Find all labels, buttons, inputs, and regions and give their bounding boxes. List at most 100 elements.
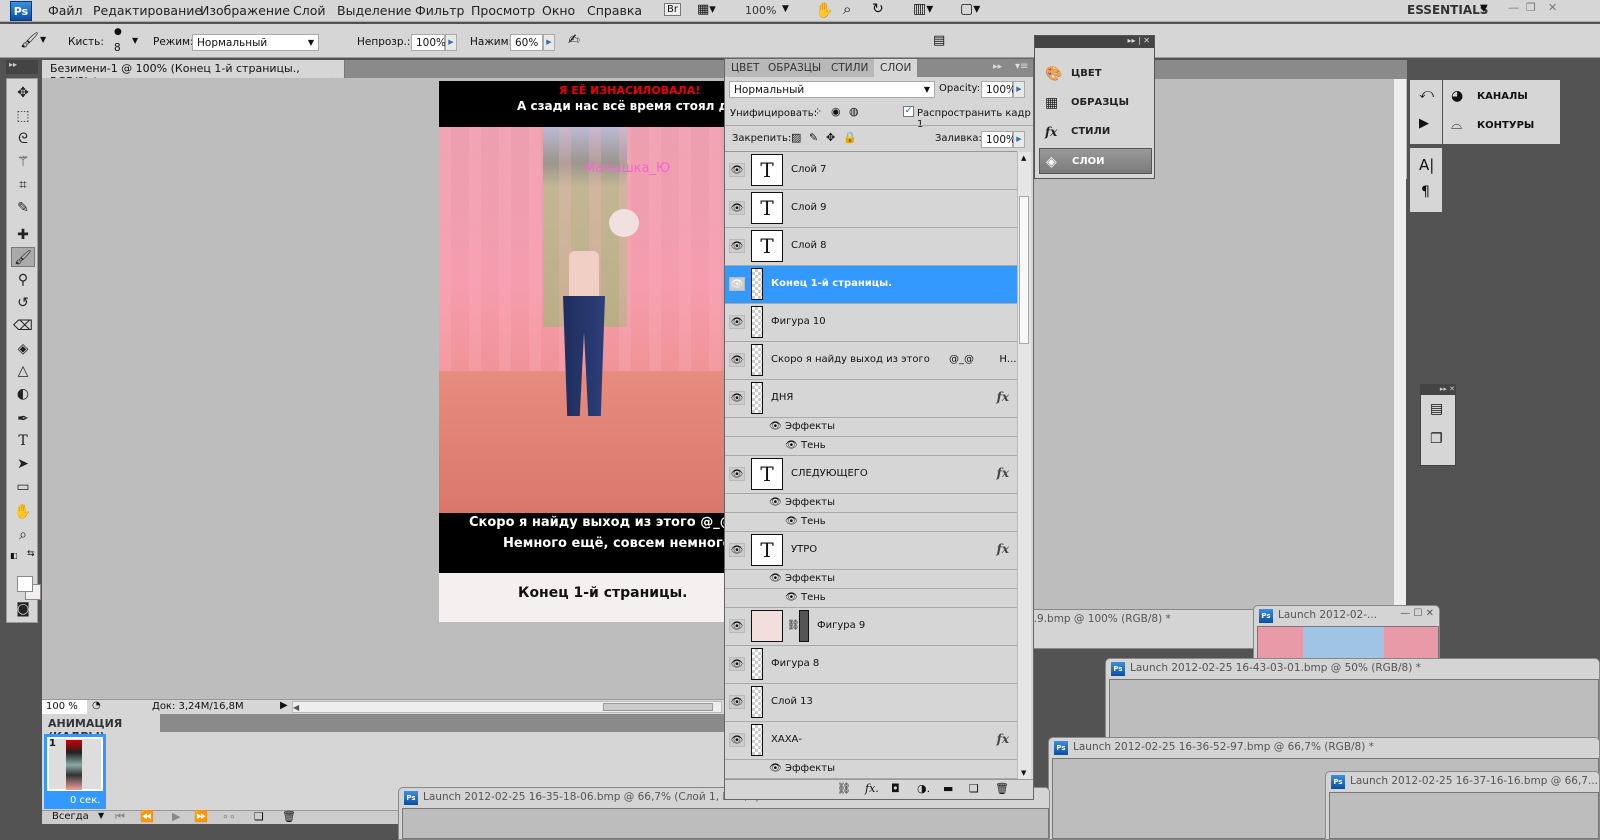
tab-styles[interactable]: СТИЛИ bbox=[825, 59, 876, 77]
play-icon[interactable]: ▶ bbox=[172, 810, 180, 823]
lasso-tool-icon[interactable]: ᘓ bbox=[11, 129, 35, 149]
fill-input[interactable]: 100% bbox=[981, 131, 1016, 148]
document-window[interactable]: Ps Launch 2012-02-25 16-43-03-01.bmp @ 50… bbox=[1105, 658, 1600, 748]
panel-toggle-icon[interactable]: ▤ bbox=[933, 33, 945, 48]
document-window[interactable]: ...9.bmp @ 100% (RGB/8) * bbox=[1000, 609, 1260, 649]
tool-preset-dropdown[interactable]: ▼ bbox=[40, 35, 46, 44]
panel-group-header[interactable]: ▸▸ | ✕ bbox=[1035, 36, 1154, 48]
link-layers-icon[interactable]: ⛓ bbox=[837, 782, 851, 795]
opacity-slider-button[interactable]: ▶ bbox=[445, 34, 457, 51]
visibility-eye-icon[interactable]: 👁 bbox=[729, 277, 745, 291]
visibility-eye-icon[interactable]: 👁 bbox=[729, 353, 745, 367]
chevron-down-icon[interactable]: ▼ bbox=[782, 4, 789, 14]
chevron-down-icon[interactable]: ▼ bbox=[98, 811, 104, 820]
history-icon[interactable]: ⤺ bbox=[1419, 86, 1434, 102]
next-frame-icon[interactable]: ⏩ bbox=[194, 810, 208, 823]
layer-row[interactable]: 👁 T УТРО fx bbox=[725, 532, 1017, 570]
panel-swatches[interactable]: ▦ ОБРАЗЦЫ bbox=[1039, 90, 1152, 116]
layer-row[interactable]: 👁 ХАХА-fx bbox=[725, 722, 1017, 760]
visibility-eye-icon[interactable]: 👁 bbox=[729, 239, 745, 253]
effect-visibility-icon[interactable]: 👁 bbox=[769, 497, 782, 508]
lock-pixels-icon[interactable]: ✎ bbox=[809, 131, 818, 144]
effect-visibility-icon[interactable]: 👁 bbox=[785, 516, 798, 527]
document-window[interactable]: Ps Launch 2012-02-... — ☐ ✕ bbox=[1253, 605, 1440, 665]
brush-picker-dropdown[interactable]: ▼ bbox=[132, 36, 138, 45]
new-group-icon[interactable]: ▬ bbox=[943, 782, 953, 795]
panel-paths[interactable]: КОНТУРЫ bbox=[1477, 120, 1534, 131]
bridge-button[interactable]: Br bbox=[664, 3, 681, 16]
document-window[interactable]: Ps Launch 2012-02-25 16-37-16-16.bmp @ 66… bbox=[1325, 771, 1600, 840]
unify-style-icon[interactable]: ◍ bbox=[849, 105, 859, 118]
panel-menu-icon[interactable]: ▾≡ bbox=[1015, 61, 1028, 72]
menu-filter[interactable]: Фильтр bbox=[415, 3, 464, 18]
workspace-switcher[interactable]: ESSENTIALS bbox=[1407, 3, 1488, 17]
quick-mask-icon[interactable]: ◙ bbox=[11, 599, 35, 619]
visibility-eye-icon[interactable]: 👁 bbox=[729, 163, 745, 177]
hand-tool-icon[interactable]: ✋ bbox=[11, 502, 35, 522]
chevron-down-icon[interactable]: ▼ bbox=[1480, 3, 1488, 14]
horizontal-scrollbar[interactable]: ◀ bbox=[292, 701, 722, 713]
menu-view[interactable]: Просмотр bbox=[471, 3, 535, 18]
duplicate-frame-icon[interactable]: ❑ bbox=[254, 810, 264, 823]
arrange-documents-icon[interactable]: ▥▾ bbox=[913, 1, 933, 17]
healing-brush-tool-icon[interactable]: ✚ bbox=[11, 225, 35, 245]
effect-drop-shadow-row[interactable]: 👁 Тень bbox=[725, 513, 1017, 532]
visibility-eye-icon[interactable]: 👁 bbox=[729, 657, 745, 671]
layer-row[interactable]: 👁 Фигура 8 bbox=[725, 646, 1017, 684]
tab-swatches[interactable]: ОБРАЗЦЫ bbox=[762, 59, 829, 77]
visibility-eye-icon[interactable]: 👁 bbox=[729, 733, 745, 747]
frame-delay[interactable]: 0 сек. bbox=[70, 795, 100, 806]
effects-row[interactable]: 👁 Эффекты bbox=[725, 570, 1017, 589]
adjustment-layer-icon[interactable]: ◑. bbox=[917, 782, 930, 795]
pen-tool-icon[interactable]: ✒ bbox=[11, 409, 35, 429]
unify-position-icon[interactable]: ⁘ bbox=[813, 105, 822, 118]
flow-input[interactable]: 60% bbox=[510, 34, 543, 51]
hand-tool-icon[interactable]: ✋ bbox=[815, 1, 834, 19]
visibility-eye-icon[interactable]: 👁 bbox=[729, 695, 745, 709]
layer-row[interactable]: 👁 Фигура 10 bbox=[725, 304, 1017, 342]
status-menu-icon[interactable]: ◔ bbox=[92, 700, 101, 711]
effect-visibility-icon[interactable]: 👁 bbox=[785, 440, 798, 451]
visibility-eye-icon[interactable]: 👁 bbox=[729, 201, 745, 215]
layers-scrollbar[interactable]: ▲ ▼ bbox=[1017, 152, 1031, 779]
blur-tool-icon[interactable]: △ bbox=[11, 361, 35, 381]
screen-mode-icon[interactable]: ▢▾ bbox=[960, 1, 980, 17]
zoom-select[interactable]: 100% bbox=[745, 4, 776, 17]
new-layer-icon[interactable]: ❑ bbox=[969, 782, 979, 795]
crop-tool-icon[interactable]: ⌗ bbox=[11, 175, 35, 195]
add-style-icon[interactable]: fx. bbox=[865, 782, 879, 795]
layer-row[interactable]: 👁 T Слой 8 bbox=[725, 228, 1017, 266]
lock-transparency-icon[interactable]: ▨ bbox=[791, 131, 801, 144]
marquee-tool-icon[interactable]: ⬚ bbox=[11, 106, 35, 126]
rectangle-tool-icon[interactable]: ▭ bbox=[11, 477, 35, 497]
layer-row[interactable]: 👁 Слой 13 bbox=[725, 684, 1017, 722]
layer-row[interactable]: 👁 T СЛЕДУЮЩЕГО fx bbox=[725, 456, 1017, 494]
window-controls[interactable]: — ☐ ✕ bbox=[1400, 608, 1434, 619]
visibility-eye-icon[interactable]: 👁 bbox=[729, 543, 745, 557]
tween-icon[interactable]: ∘∘ bbox=[222, 810, 236, 823]
layer-opacity-slider[interactable]: ▶ bbox=[1013, 81, 1025, 98]
effect-visibility-icon[interactable]: 👁 bbox=[785, 592, 798, 603]
blend-mode-select[interactable]: Нормальный ▼ bbox=[729, 81, 935, 98]
layer-row[interactable]: 👁 T Слой 7 bbox=[725, 152, 1017, 190]
effect-visibility-icon[interactable]: 👁 bbox=[769, 421, 782, 432]
add-mask-icon[interactable]: ◘ bbox=[891, 782, 900, 795]
effect-visibility-icon[interactable]: 👁 bbox=[769, 573, 782, 584]
layer-row[interactable]: 👁 ДНЯ fx bbox=[725, 380, 1017, 418]
menu-file[interactable]: Файл bbox=[48, 3, 83, 18]
visibility-eye-icon[interactable]: 👁 bbox=[729, 315, 745, 329]
channels-icon[interactable]: ◕ bbox=[1451, 88, 1463, 104]
effects-row[interactable]: 👁 Эффекты bbox=[725, 760, 1017, 779]
swap-colors-icon[interactable]: ⇆ bbox=[27, 549, 35, 559]
restore-icon[interactable]: ❐ bbox=[1526, 1, 1536, 14]
visibility-eye-icon[interactable]: 👁 bbox=[729, 391, 745, 405]
document-image[interactable]: Я ЕЁ ИЗНАСИЛОВАЛА! А сзади нас всё время… bbox=[439, 81, 725, 622]
notes-icon[interactable]: ▤ bbox=[1430, 401, 1443, 417]
eyedropper-tool-icon[interactable]: ✎ bbox=[11, 198, 35, 218]
clone-source-icon[interactable]: ❐ bbox=[1430, 431, 1443, 447]
close-icon[interactable]: ✕ bbox=[1548, 1, 1557, 14]
paragraph-icon[interactable]: ¶ bbox=[1421, 184, 1430, 200]
menu-select[interactable]: Выделение bbox=[337, 3, 411, 18]
vertical-scrollbar[interactable] bbox=[1393, 79, 1406, 609]
flow-slider-button[interactable]: ▶ bbox=[543, 34, 555, 51]
